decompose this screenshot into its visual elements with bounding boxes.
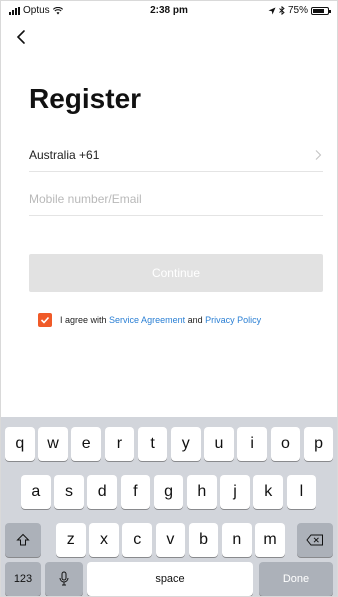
key-h[interactable]: h [187, 475, 217, 509]
agreement-prefix: I agree with [60, 315, 107, 325]
service-agreement-link[interactable]: Service Agreement [109, 315, 185, 325]
space-key[interactable]: space [87, 562, 253, 596]
key-i[interactable]: i [237, 427, 267, 461]
numbers-key[interactable]: 123 [5, 562, 41, 596]
backspace-icon [306, 534, 323, 546]
key-l[interactable]: l [286, 475, 317, 509]
key-v[interactable]: v [155, 523, 186, 557]
key-c[interactable]: c [122, 523, 152, 557]
key-q[interactable]: q [5, 427, 35, 461]
key-d[interactable]: d [87, 475, 117, 509]
chevron-left-icon [16, 30, 25, 44]
keyboard: qwertyuiop asdfghjkl zxcvbnm 123 space D… [1, 417, 337, 596]
key-a[interactable]: a [21, 475, 51, 509]
key-x[interactable]: x [89, 523, 119, 557]
key-w[interactable]: w [38, 427, 68, 461]
agreement-text: I agree with Service Agreement and Priva… [60, 315, 261, 325]
back-button[interactable] [15, 29, 31, 49]
country-code-label: Australia +61 [29, 148, 100, 162]
microphone-icon [59, 571, 69, 586]
key-b[interactable]: b [188, 523, 219, 557]
page-title: Register [29, 83, 142, 114]
chevron-right-icon [315, 150, 322, 160]
key-p[interactable]: p [303, 427, 334, 461]
checkmark-icon [40, 316, 50, 324]
mobile-email-row [29, 183, 323, 216]
key-y[interactable]: y [171, 427, 201, 461]
status-bar: Optus 2:38 pm 75% [1, 1, 337, 21]
backspace-key[interactable] [297, 523, 333, 557]
dictation-key[interactable] [45, 562, 83, 596]
battery-percent: 75% [287, 5, 308, 16]
country-selector[interactable]: Australia +61 [29, 139, 323, 172]
status-right: 75% [268, 5, 331, 16]
key-j[interactable]: j [220, 475, 250, 509]
key-t[interactable]: t [137, 427, 168, 461]
mobile-email-input[interactable] [29, 183, 323, 215]
agreement-checkbox[interactable] [38, 313, 52, 327]
agreement-conjunction: and [187, 315, 203, 325]
key-u[interactable]: u [204, 427, 234, 461]
shift-icon [16, 533, 30, 546]
location-icon [268, 7, 276, 14]
key-s[interactable]: s [54, 475, 84, 509]
privacy-policy-link[interactable]: Privacy Policy [205, 315, 261, 325]
key-e[interactable]: e [71, 427, 101, 461]
key-f[interactable]: f [120, 475, 151, 509]
key-z[interactable]: z [56, 523, 86, 557]
shift-key[interactable] [5, 523, 41, 557]
bluetooth-icon [279, 6, 285, 15]
agreement-row: I agree with Service Agreement and Priva… [38, 313, 261, 327]
done-key[interactable]: Done [259, 562, 333, 596]
key-k[interactable]: k [253, 475, 283, 509]
key-g[interactable]: g [153, 475, 184, 509]
battery-icon [311, 6, 331, 15]
phone-screen: Optus 2:38 pm 75% Register Australia +61… [0, 0, 338, 597]
key-r[interactable]: r [104, 427, 135, 461]
key-n[interactable]: n [222, 523, 252, 557]
key-o[interactable]: o [270, 427, 301, 461]
continue-button[interactable]: Continue [29, 254, 323, 292]
key-m[interactable]: m [255, 523, 285, 557]
